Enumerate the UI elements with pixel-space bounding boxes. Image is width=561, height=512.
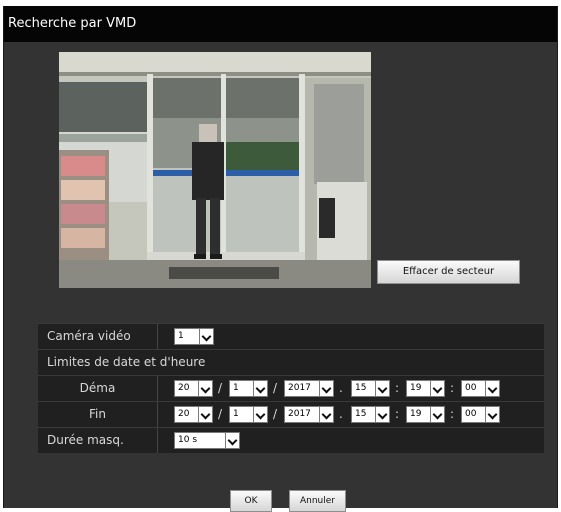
chevron-down-icon — [253, 381, 267, 396]
ok-button[interactable]: OK — [230, 490, 272, 512]
chevron-down-icon — [430, 407, 444, 422]
clear-area-button[interactable]: Effacer de secteur — [377, 260, 520, 284]
start-month-value: 1 — [233, 383, 239, 393]
start-minute-value: 19 — [410, 383, 422, 393]
vmd-search-window: Recherche par VMD Effacer de secteur Cam… — [3, 6, 558, 512]
cancel-button[interactable]: Annuler — [289, 490, 346, 512]
start-year-value: 2017 — [288, 383, 311, 393]
datetime-separator: . — [339, 381, 343, 395]
camera-row: Caméra vidéo 1 — [38, 323, 544, 349]
end-minute-select[interactable]: 19 — [406, 406, 445, 423]
time-separator: : — [395, 407, 400, 421]
chevron-down-icon — [485, 381, 499, 396]
camera-select[interactable]: 1 — [174, 328, 214, 345]
start-second-value: 00 — [465, 383, 477, 393]
time-separator: : — [395, 381, 400, 395]
end-second-value: 00 — [465, 409, 477, 419]
duration-select-value: 10 s — [178, 435, 198, 445]
end-month-select[interactable]: 1 — [229, 406, 268, 423]
start-year-select[interactable]: 2017 — [284, 380, 334, 397]
start-day-value: 20 — [178, 383, 190, 393]
start-label: Déma — [38, 376, 158, 401]
end-second-select[interactable]: 00 — [461, 406, 500, 423]
start-month-select[interactable]: 1 — [229, 380, 268, 397]
chevron-down-icon — [225, 433, 239, 448]
chevron-down-icon — [198, 407, 212, 422]
chevron-down-icon — [199, 329, 213, 344]
chevron-down-icon — [253, 407, 267, 422]
start-day-select[interactable]: 20 — [174, 380, 213, 397]
end-minute-value: 19 — [410, 409, 422, 419]
end-row: Fin 20 / 1 / 2017 . 15 : 19: 00 — [38, 401, 544, 427]
date-limits-row: Limites de date et d'heure — [38, 349, 544, 375]
duration-select[interactable]: 10 s — [174, 432, 240, 449]
chevron-down-icon — [375, 381, 389, 396]
time-separator: : — [450, 407, 455, 421]
camera-label: Caméra vidéo — [38, 324, 158, 349]
chevron-down-icon — [485, 407, 499, 422]
camera-image[interactable] — [59, 52, 371, 288]
end-year-select[interactable]: 2017 — [284, 406, 334, 423]
end-hour-value: 15 — [355, 409, 367, 419]
start-second-select[interactable]: 00 — [461, 380, 500, 397]
date-separator: / — [218, 407, 223, 421]
duration-row: Durée masq. 10 s — [38, 427, 544, 453]
camera-select-value: 1 — [178, 331, 184, 341]
duration-label: Durée masq. — [38, 428, 158, 453]
end-day-value: 20 — [178, 409, 190, 419]
start-hour-select[interactable]: 15 — [351, 380, 390, 397]
start-hour-value: 15 — [355, 383, 367, 393]
end-hour-select[interactable]: 15 — [351, 406, 390, 423]
end-year-value: 2017 — [288, 409, 311, 419]
chevron-down-icon — [375, 407, 389, 422]
chevron-down-icon — [319, 381, 333, 396]
end-month-value: 1 — [233, 409, 239, 419]
search-form: Caméra vidéo 1 Limites de date et d'heur… — [38, 323, 544, 453]
camera-scene — [59, 52, 371, 288]
window-title: Recherche par VMD — [4, 6, 557, 42]
time-separator: : — [450, 381, 455, 395]
chevron-down-icon — [319, 407, 333, 422]
date-limits-label: Limites de date et d'heure — [47, 355, 206, 369]
end-label: Fin — [38, 402, 158, 427]
chevron-down-icon — [198, 381, 212, 396]
start-row: Déma 20 / 1 / 2017 . 15 : 19: 00 — [38, 375, 544, 401]
date-separator: / — [273, 381, 278, 395]
start-minute-select[interactable]: 19 — [406, 380, 445, 397]
date-separator: / — [273, 407, 278, 421]
end-day-select[interactable]: 20 — [174, 406, 213, 423]
date-separator: / — [218, 381, 223, 395]
datetime-separator: . — [339, 407, 343, 421]
chevron-down-icon — [430, 381, 444, 396]
